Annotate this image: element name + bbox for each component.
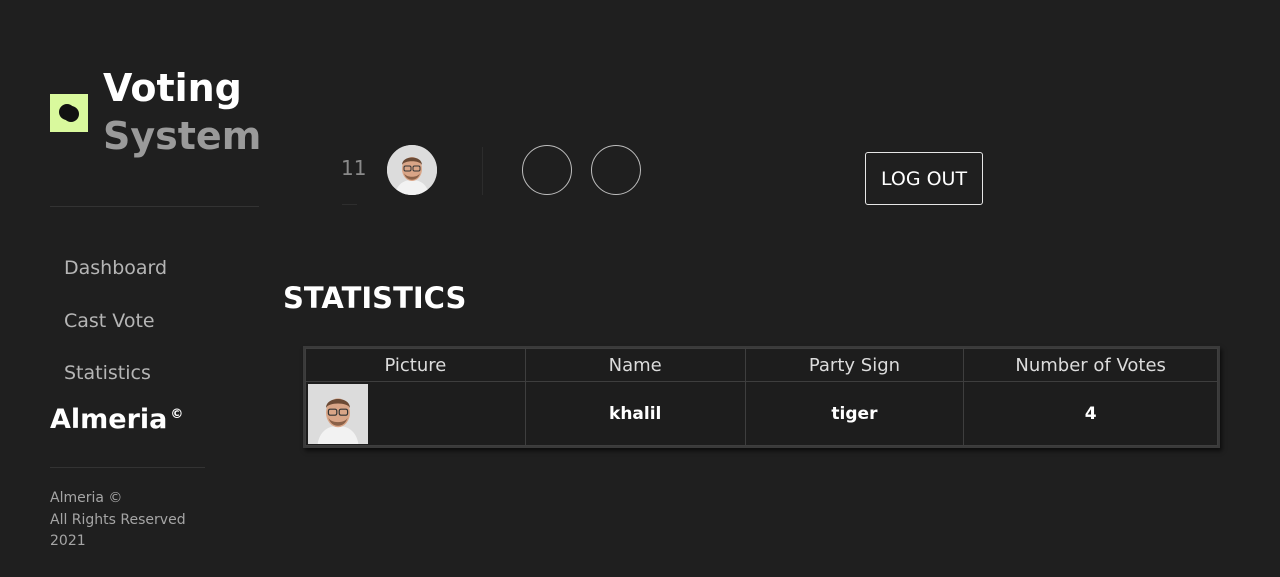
logo-icon: [50, 94, 88, 132]
circle-button-2[interactable]: [591, 145, 641, 195]
footer-copyright: Almeria ©: [50, 490, 123, 506]
logout-button[interactable]: LOG OUT: [865, 152, 983, 205]
company-name: Almeria ©: [50, 404, 183, 435]
table-header-row: Picture Name Party Sign Number of Votes: [305, 348, 1218, 382]
footer-year: 2021: [50, 533, 86, 549]
brand-subtitle: System: [103, 114, 262, 158]
candidate-votes: 4: [963, 381, 1218, 446]
column-header-name: Name: [524, 348, 746, 382]
sidebar-divider: [50, 206, 259, 207]
user-count: 11: [341, 156, 367, 180]
footer-rights: All Rights Reserved: [50, 512, 186, 528]
count-underline: [342, 204, 357, 205]
sidebar-item-statistics[interactable]: Statistics: [64, 362, 151, 384]
sidebar-item-cast-vote[interactable]: Cast Vote: [64, 310, 155, 332]
column-header-picture: Picture: [305, 348, 526, 382]
candidate-name: khalil: [524, 381, 746, 446]
sidebar-item-dashboard[interactable]: Dashboard: [64, 257, 167, 279]
candidate-photo-image: [308, 384, 368, 444]
circle-logo-icon: [59, 104, 79, 122]
header-separator: [482, 147, 483, 195]
footer-divider: [50, 467, 205, 468]
circle-button-1[interactable]: [522, 145, 572, 195]
page-title: STATISTICS: [283, 281, 467, 315]
table-row: khalil tiger 4: [305, 381, 1218, 446]
candidate-photo: [308, 384, 368, 444]
candidate-party-sign: tiger: [744, 381, 965, 446]
column-header-votes: Number of Votes: [963, 348, 1218, 382]
statistics-table: Picture Name Party Sign Number of Votes: [303, 346, 1220, 448]
sidebar: Voting System Dashboard Cast Vote Statis…: [0, 0, 270, 577]
candidate-picture-cell: [305, 381, 526, 446]
brand-title: Voting: [103, 66, 242, 110]
copyright-mark: ©: [170, 407, 184, 422]
avatar[interactable]: [387, 145, 437, 195]
column-header-party-sign: Party Sign: [744, 348, 965, 382]
avatar-image: [387, 145, 437, 195]
company-name-text: Almeria: [50, 404, 168, 435]
